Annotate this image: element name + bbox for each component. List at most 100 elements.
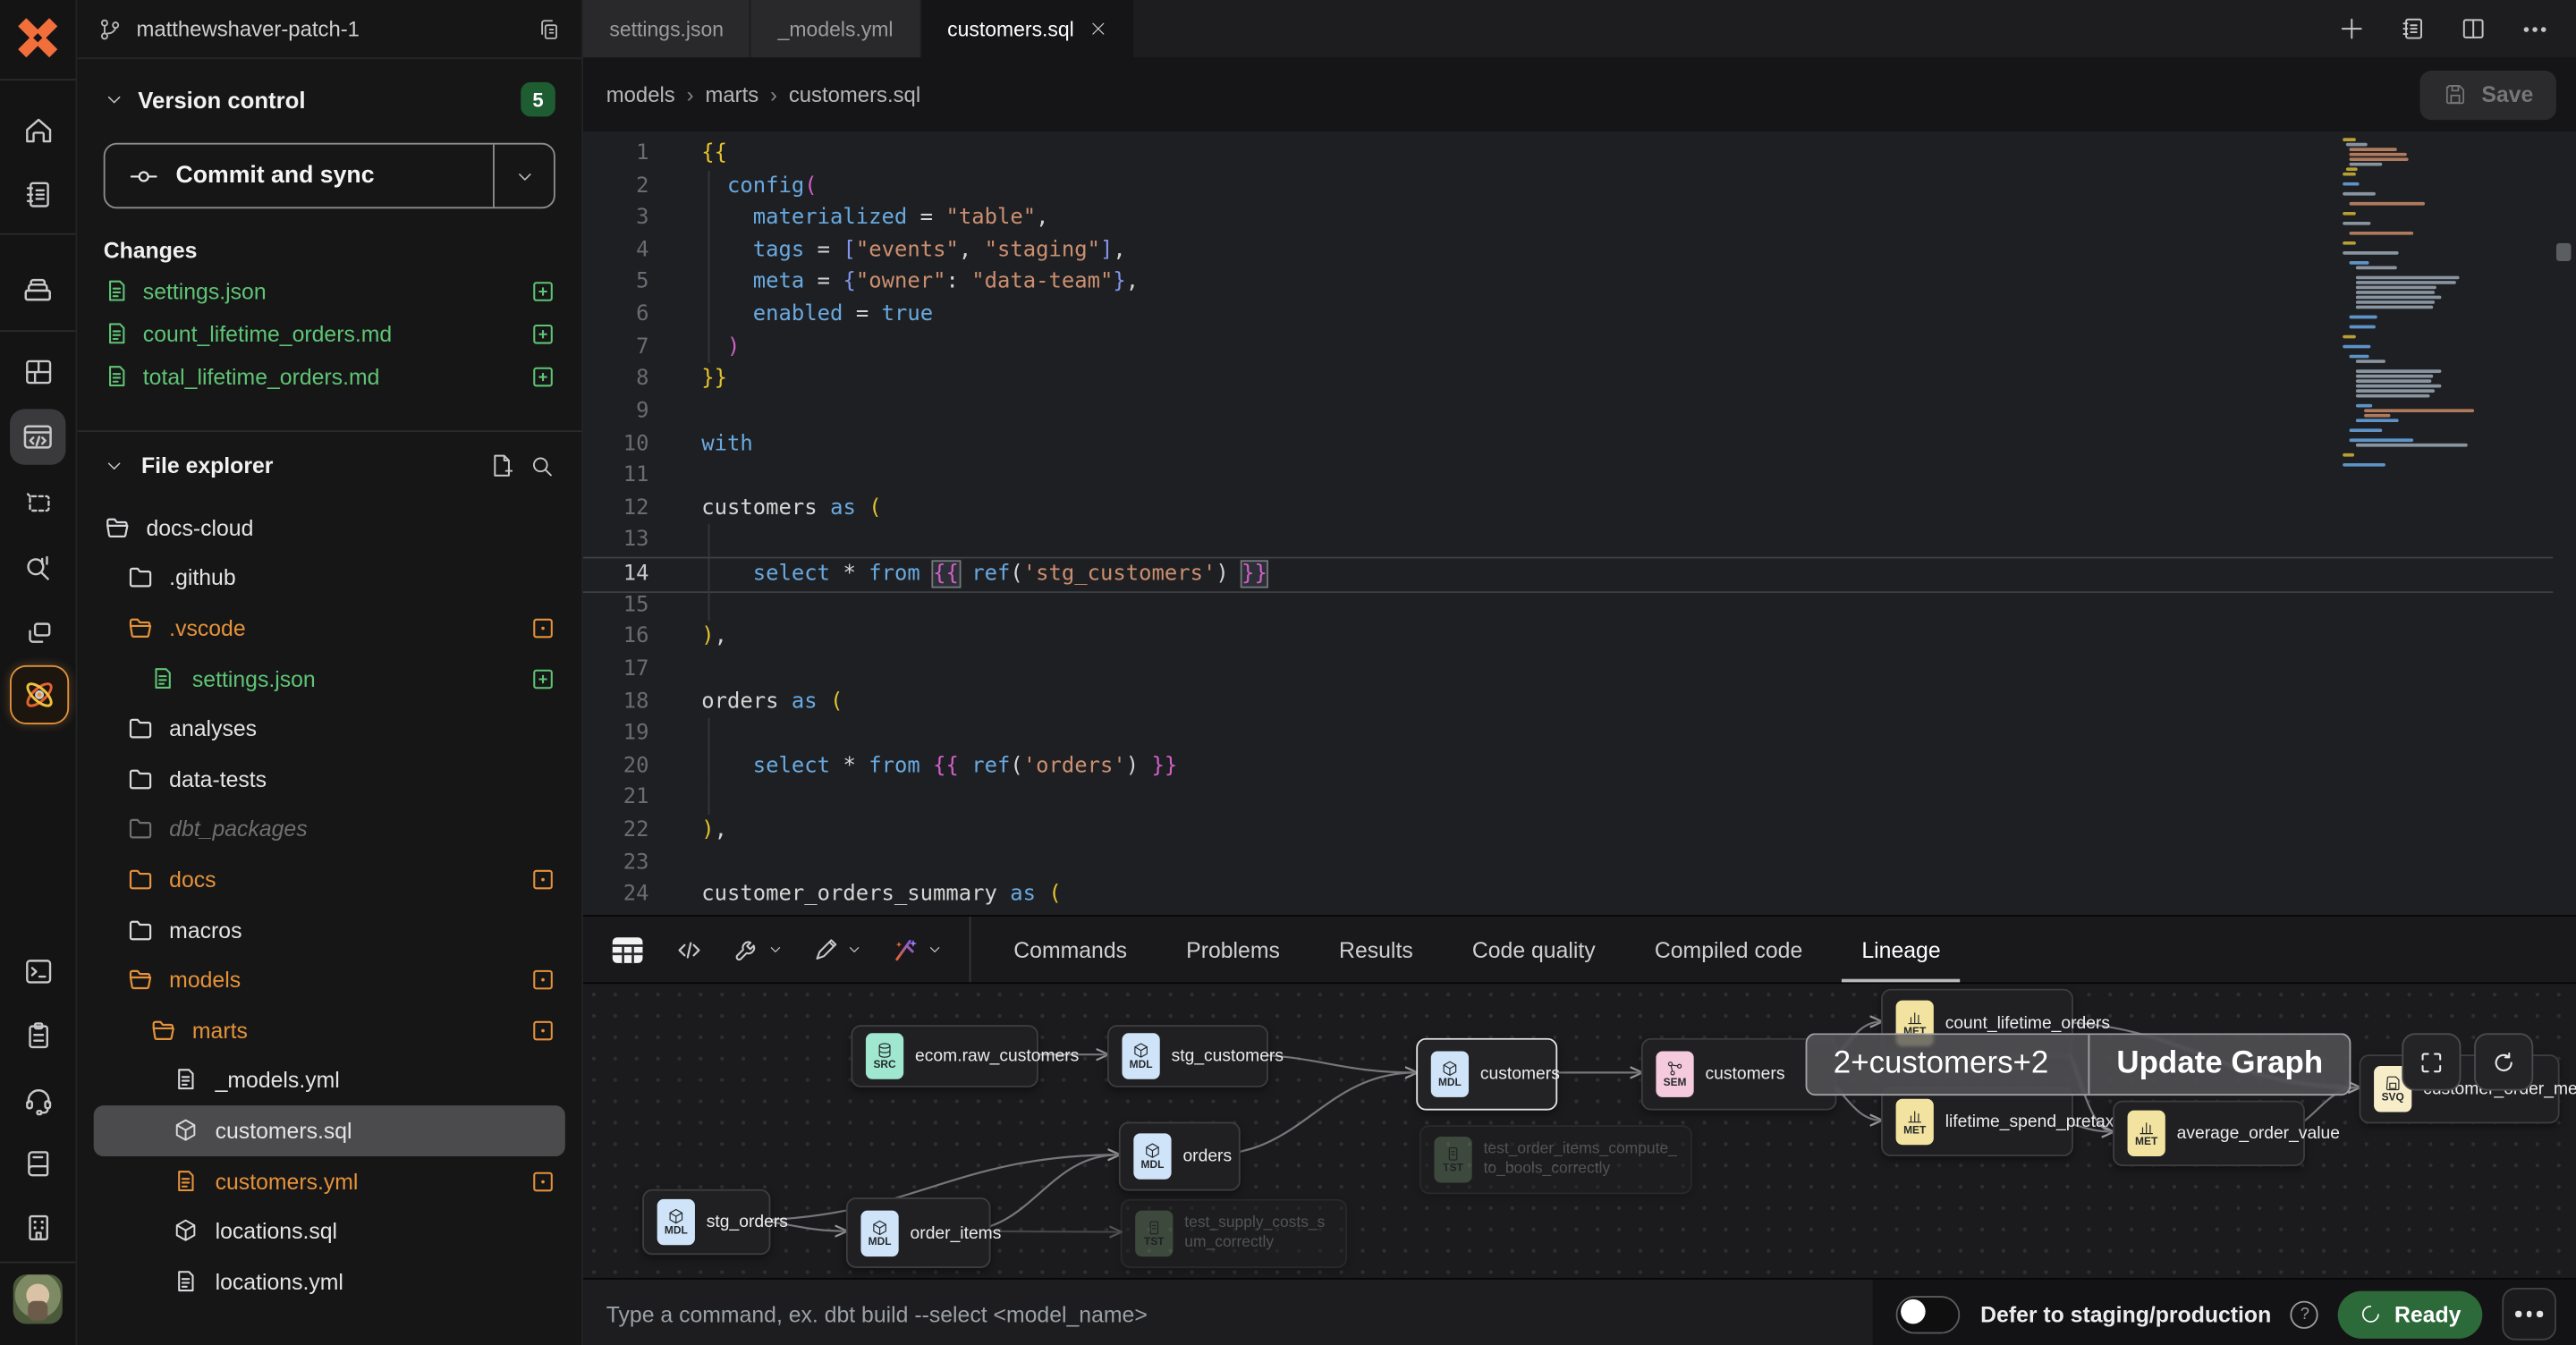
update-graph-button[interactable]: Update Graph xyxy=(2089,1035,2349,1094)
file-tree-item-locations-sql[interactable]: locations.sql xyxy=(94,1206,565,1256)
file-tree-item-dbt-packages[interactable]: dbt_packages xyxy=(94,804,565,854)
lineage-node-test_supply[interactable]: TST test_supply_costs_sum_correctly xyxy=(1121,1199,1347,1268)
file-name: settings.json xyxy=(192,666,521,691)
code-line-22: 22), xyxy=(583,815,2553,847)
lineage-node-stg_orders[interactable]: MDL stg_orders xyxy=(642,1189,770,1255)
bottom-tab-commands[interactable]: Commands xyxy=(984,917,1157,982)
file-tree-item--github[interactable]: .github xyxy=(94,553,565,603)
file-tree-item-settings-json[interactable]: settings.json xyxy=(94,654,565,704)
clipboard-icon[interactable] xyxy=(10,1007,65,1062)
windows-icon[interactable] xyxy=(10,605,65,660)
lineage-node-stg_customers[interactable]: MDL stg_customers xyxy=(1107,1025,1268,1087)
node-label: stg_customers xyxy=(1172,1046,1284,1066)
split-editor-icon[interactable] xyxy=(2460,15,2487,43)
code-editor[interactable]: 1{{2 config(3 materialized = "table",4 t… xyxy=(583,131,2576,915)
notebook-panel-icon[interactable] xyxy=(2399,15,2427,43)
commit-options-caret[interactable] xyxy=(493,145,554,207)
breadcrumb-segment[interactable]: marts xyxy=(705,82,758,107)
lineage-node-order_items[interactable]: MDL order_items xyxy=(846,1197,991,1268)
chevron-down-icon xyxy=(513,165,535,187)
bottom-tab-problems[interactable]: Problems xyxy=(1157,917,1309,982)
bottom-tab-lineage[interactable]: Lineage xyxy=(1832,917,1970,982)
mdl-node-icon: MDL xyxy=(1431,1052,1469,1097)
dbt-logo-icon[interactable] xyxy=(13,13,63,63)
file-tree-item-locations-yml[interactable]: locations.yml xyxy=(94,1256,565,1307)
help-question-icon[interactable]: ? xyxy=(2291,1300,2318,1328)
file-tree-item-docs[interactable]: docs xyxy=(94,854,565,904)
refresh-graph-button[interactable] xyxy=(2474,1033,2533,1090)
lineage-canvas[interactable]: 2+customers+2 Update Graph SRC ecom.raw_… xyxy=(583,984,2576,1278)
new-tab-plus-icon[interactable] xyxy=(2338,15,2366,43)
file-tree-item-data-tests[interactable]: data-tests xyxy=(94,754,565,804)
commit-and-sync-button[interactable]: Commit and sync xyxy=(104,143,555,208)
build-menu[interactable] xyxy=(733,935,784,964)
changed-file-row[interactable]: total_lifetime_orders.md xyxy=(104,355,555,398)
tab--models-yml[interactable]: _models.yml xyxy=(751,0,919,57)
visual-editor-icon[interactable] xyxy=(10,475,65,530)
fullscreen-button[interactable] xyxy=(2402,1033,2461,1090)
changed-file-row[interactable]: settings.json xyxy=(104,269,555,312)
tab-settings-json[interactable]: settings.json xyxy=(583,0,750,57)
close-icon[interactable] xyxy=(1089,20,1106,38)
preview-table-icon[interactable] xyxy=(609,934,645,965)
lineage-selector-input[interactable]: 2+customers+2 xyxy=(1807,1035,2089,1094)
editor-scrollbar[interactable] xyxy=(2553,131,2572,915)
file-tree-item-analyses[interactable]: analyses xyxy=(94,704,565,754)
branch-name[interactable]: matthewshaver-patch-1 xyxy=(136,16,522,41)
dbt-copilot-icon[interactable] xyxy=(10,665,69,724)
docs-book-icon[interactable] xyxy=(10,1135,65,1190)
stage-plus-icon[interactable] xyxy=(530,278,555,303)
tab-customers-sql[interactable]: customers.sql xyxy=(921,0,1133,57)
stage-plus-icon[interactable] xyxy=(530,364,555,389)
changed-file-row[interactable]: count_lifetime_orders.md xyxy=(104,312,555,355)
file-tree-item-marts[interactable]: marts xyxy=(94,1005,565,1055)
lineage-node-test_order_items[interactable]: TST test_order_items_compute_to_bools_co… xyxy=(1419,1125,1692,1194)
breadcrumb-segment[interactable]: models xyxy=(606,82,675,107)
terminal-icon[interactable] xyxy=(10,943,65,998)
breadcrumb[interactable]: models›marts›customers.sql xyxy=(606,82,920,107)
organization-icon[interactable] xyxy=(10,1199,65,1255)
ready-status-button[interactable]: Ready xyxy=(2339,1290,2483,1338)
copilot-fix-menu[interactable] xyxy=(891,934,944,965)
query-history-icon[interactable] xyxy=(10,538,65,594)
user-avatar[interactable] xyxy=(13,1274,63,1324)
lineage-node-raw_customers[interactable]: SRC ecom.raw_customers xyxy=(851,1025,1038,1087)
bottom-tab-code-quality[interactable]: Code quality xyxy=(1443,917,1625,982)
file-tree-item-docs-cloud[interactable]: docs-cloud xyxy=(94,503,565,553)
file-tree-item-macros[interactable]: macros xyxy=(94,905,565,955)
lineage-node-lifetime_spend[interactable]: MET lifetime_spend_pretax xyxy=(1881,1087,2073,1156)
save-button[interactable]: Save xyxy=(2420,70,2556,119)
chevron-down-icon[interactable] xyxy=(104,455,125,477)
code-editor-icon[interactable] xyxy=(10,409,65,464)
status-more-button[interactable] xyxy=(2502,1288,2556,1341)
command-input[interactable]: Type a command, ex. dbt build --select <… xyxy=(583,1280,1874,1345)
support-headset-icon[interactable] xyxy=(10,1071,65,1127)
compile-code-icon[interactable] xyxy=(674,934,705,965)
search-icon[interactable] xyxy=(529,453,555,478)
stage-plus-icon[interactable] xyxy=(530,321,555,346)
file-tree-item--vscode[interactable]: .vscode xyxy=(94,603,565,653)
copy-icon[interactable] xyxy=(536,15,562,41)
more-options-icon[interactable] xyxy=(2521,14,2550,44)
dashboard-grid-icon[interactable] xyxy=(10,343,65,399)
file-tree-item-customers-sql[interactable]: customers.sql xyxy=(94,1105,565,1155)
file-name: models xyxy=(169,968,521,993)
file-tree-item-customers-yml[interactable]: customers.yml xyxy=(94,1156,565,1206)
notebook-icon[interactable] xyxy=(10,166,65,222)
home-icon[interactable] xyxy=(10,102,65,157)
breadcrumb-segment[interactable]: customers.sql xyxy=(789,82,920,107)
lineage-node-orders[interactable]: MDL orders xyxy=(1119,1121,1241,1190)
stack-drawer-icon[interactable] xyxy=(10,261,65,317)
bottom-tab-compiled-code[interactable]: Compiled code xyxy=(1625,917,1833,982)
lineage-node-customers_mdl[interactable]: MDL customers xyxy=(1416,1038,1557,1111)
defer-toggle[interactable] xyxy=(1896,1295,1961,1332)
bottom-tab-results[interactable]: Results xyxy=(1309,917,1443,982)
file-tree-item-models[interactable]: models xyxy=(94,955,565,1005)
lineage-node-avg_order_value[interactable]: MET average_order_value xyxy=(2113,1101,2305,1166)
scrollbar-handle[interactable] xyxy=(2556,243,2572,261)
file-name: locations.yml xyxy=(216,1269,555,1294)
chevron-down-icon[interactable] xyxy=(104,89,125,110)
file-tree-item--models-yml[interactable]: _models.yml xyxy=(94,1055,565,1105)
format-menu[interactable] xyxy=(811,935,862,964)
new-file-icon[interactable] xyxy=(488,452,516,479)
